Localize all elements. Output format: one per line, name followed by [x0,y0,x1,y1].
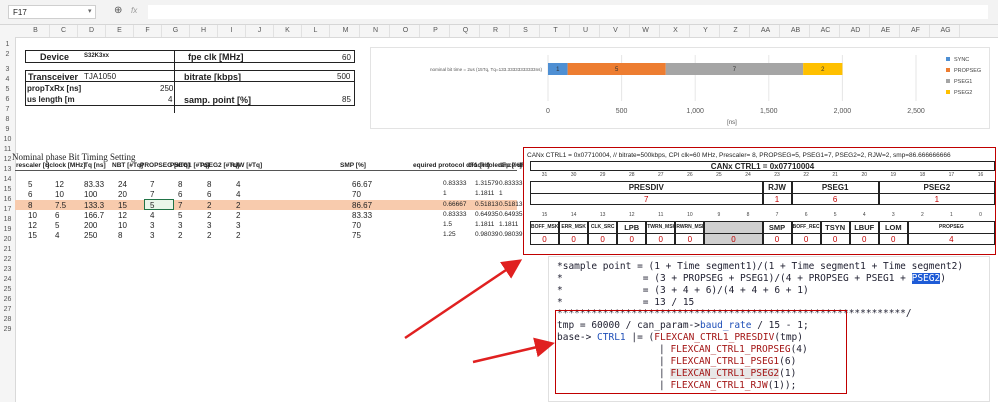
annotation-arrows [404,259,555,364]
arrow-to-register [404,259,523,340]
arrow-to-code [472,337,555,364]
